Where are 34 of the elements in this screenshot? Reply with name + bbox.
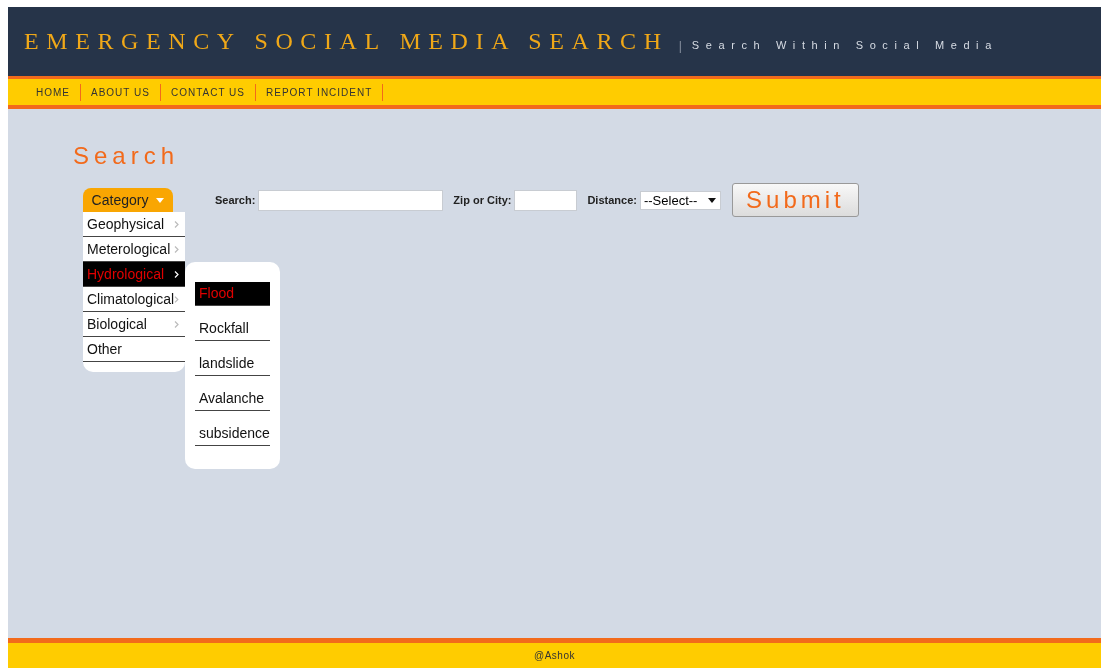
nav-link[interactable]: REPORT INCIDENT (256, 83, 384, 101)
nav-link[interactable]: HOME (26, 83, 81, 101)
distance-label: Distance: (587, 194, 637, 206)
search-field[interactable] (258, 189, 444, 211)
distance-select[interactable]: --Select-- (639, 190, 721, 210)
caret-icon (156, 197, 165, 203)
nav-link[interactable]: CONTACT US (160, 83, 256, 101)
zip-field[interactable] (514, 189, 578, 211)
chevron-icon (174, 220, 179, 228)
submenu-item[interactable]: Rockfall (195, 317, 270, 341)
site-tagline: Search Within Social Media (691, 38, 998, 51)
submenu-item[interactable]: subsidence (195, 422, 270, 446)
chevron-icon (174, 320, 179, 328)
submenu-item[interactable]: landslide (195, 352, 270, 376)
zip-label: Zip or City: (453, 194, 512, 206)
site-title: EMERGENCY SOCIAL MEDIA SEARCH (24, 28, 669, 55)
nav-link[interactable]: ABOUT US (81, 83, 161, 101)
submenu-item[interactable]: Flood (195, 282, 270, 306)
page-heading: Search (73, 142, 181, 170)
chevron-icon (174, 295, 179, 303)
chevron-icon (174, 270, 179, 278)
title-separator: | (678, 38, 682, 53)
footer-credit: @Ashok (534, 650, 575, 661)
dropdown-arrow-icon (707, 197, 716, 203)
menu-item[interactable]: Climatological (83, 287, 185, 312)
menu-item[interactable]: Meterological (83, 237, 185, 262)
submenu-item[interactable]: Avalanche (195, 387, 270, 411)
menu-item[interactable]: Biological (83, 312, 185, 337)
category-button[interactable]: Category (83, 188, 173, 212)
menu-item[interactable]: Other (83, 337, 185, 362)
chevron-icon (174, 245, 179, 253)
search-label: Search: (215, 194, 256, 206)
menu-item[interactable]: Geophysical (83, 212, 185, 237)
menu-item[interactable]: Hydrological (83, 262, 185, 287)
